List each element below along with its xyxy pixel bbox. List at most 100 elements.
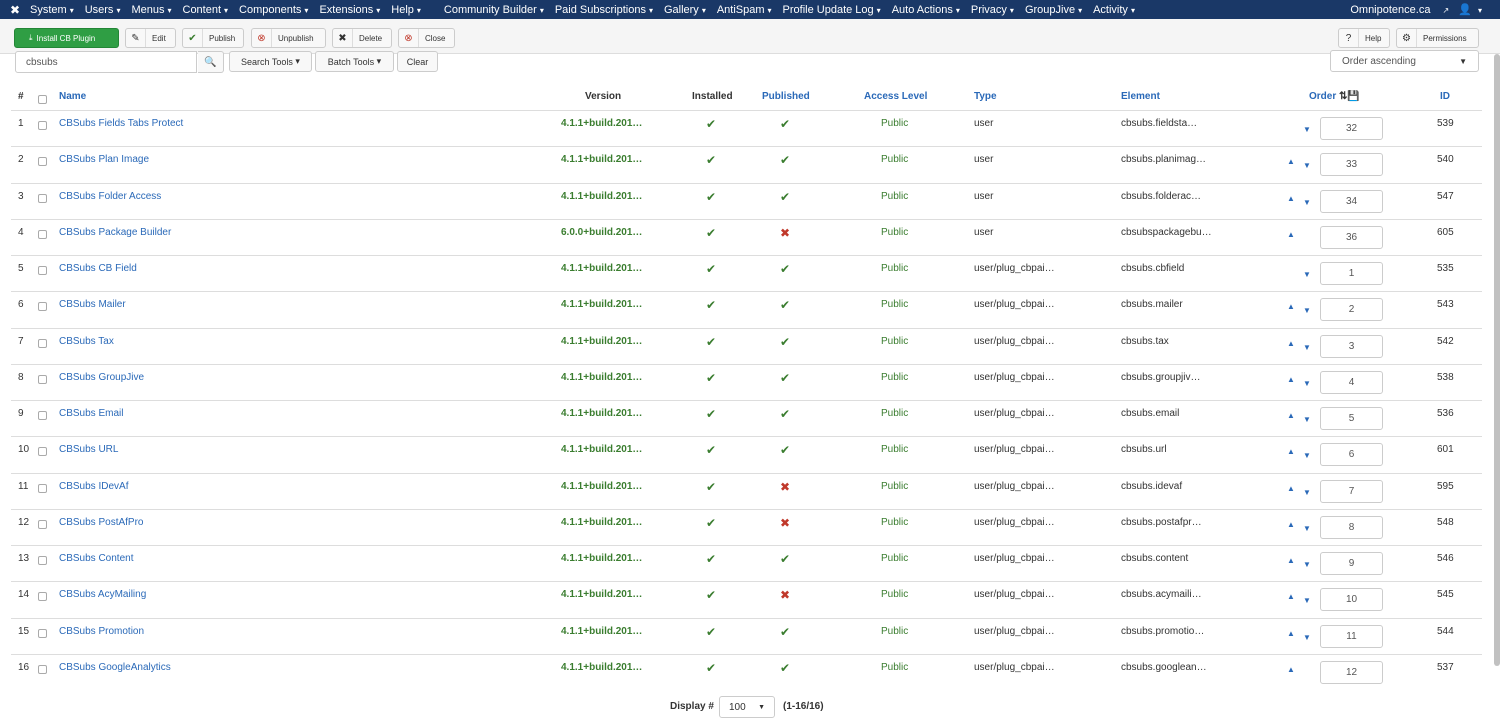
search-tools-button[interactable]: Search Tools ▾ [229,51,312,72]
move-up-icon[interactable]: ▲ [1287,484,1295,493]
menu-item-extensions[interactable]: Extensions ▾ [319,4,380,16]
menu-item-help[interactable]: Help ▾ [391,4,421,16]
plugin-name-link[interactable]: CBSubs Folder Access [59,191,161,202]
order-input[interactable]: 5 [1320,407,1383,430]
plugin-name-link[interactable]: CBSubs Fields Tabs Protect [59,118,183,129]
move-up-icon[interactable]: ▲ [1287,447,1295,456]
col-order[interactable]: Order ⇅💾 [1309,91,1360,102]
row-checkbox[interactable] [38,374,47,384]
row-checkbox[interactable] [38,628,47,638]
order-input[interactable]: 33 [1320,153,1383,177]
move-up-icon[interactable]: ▲ [1287,556,1295,565]
order-input[interactable]: 9 [1320,552,1383,575]
menu-item-activity[interactable]: Activity ▾ [1093,4,1135,16]
publish-button[interactable]: ✔ Publish [182,28,244,48]
scrollbar[interactable] [1494,54,1500,666]
menu-item-community-builder[interactable]: Community Builder ▾ [444,4,544,16]
menu-item-privacy[interactable]: Privacy ▾ [971,4,1014,16]
move-down-icon[interactable]: ▼ [1303,415,1311,424]
help-button[interactable]: ? Help [1338,28,1390,48]
order-input[interactable]: 8 [1320,515,1383,539]
batch-tools-button[interactable]: Batch Tools ▾ [315,51,394,72]
plugin-name-link[interactable]: CBSubs CB Field [59,263,137,274]
move-up-icon[interactable]: ▲ [1287,302,1295,311]
row-checkbox[interactable] [38,483,47,493]
col-type[interactable]: Type [974,91,997,102]
plugin-name-link[interactable]: CBSubs PostAfPro [59,517,143,528]
plugin-name-link[interactable]: CBSubs Mailer [59,299,126,310]
move-down-icon[interactable]: ▼ [1303,633,1311,642]
unpublish-button[interactable]: ⊗ Unpublish [251,28,326,48]
menu-item-auto-actions[interactable]: Auto Actions ▾ [892,4,960,16]
row-checkbox[interactable] [38,411,47,420]
published-check-icon[interactable]: ✔ [780,661,790,675]
published-check-icon[interactable]: ✔ [780,153,790,167]
order-input[interactable]: 32 [1320,117,1383,140]
row-checkbox[interactable] [38,229,47,239]
row-checkbox[interactable] [38,592,47,602]
order-input[interactable]: 34 [1320,189,1383,213]
permissions-button[interactable]: ⚙ Permissions [1396,28,1479,48]
unpublished-x-icon[interactable]: ✖ [780,588,790,602]
move-up-icon[interactable]: ▲ [1287,375,1295,384]
move-down-icon[interactable]: ▼ [1303,343,1311,352]
joomla-logo-icon[interactable]: ✖ [0,3,30,17]
published-check-icon[interactable]: ✔ [780,190,790,204]
order-input[interactable]: 36 [1320,225,1383,249]
col-published[interactable]: Published [762,91,810,102]
close-button[interactable]: ⊗ Close [398,28,455,48]
move-down-icon[interactable]: ▼ [1303,379,1311,388]
move-down-icon[interactable]: ▼ [1303,451,1311,460]
col-access[interactable]: Access Level [864,91,927,102]
move-down-icon[interactable]: ▼ [1303,198,1311,207]
unpublished-x-icon[interactable]: ✖ [780,516,790,530]
clear-button[interactable]: Clear [397,51,438,72]
row-checkbox[interactable] [38,266,47,275]
order-select[interactable]: Order ascending ▼ [1330,50,1479,72]
move-down-icon[interactable]: ▼ [1303,161,1311,170]
order-input[interactable]: 4 [1320,370,1383,394]
plugin-name-link[interactable]: CBSubs GoogleAnalytics [59,662,171,673]
move-up-icon[interactable]: ▲ [1287,339,1295,348]
plugin-name-link[interactable]: CBSubs Tax [59,336,114,347]
row-checkbox[interactable] [38,121,47,130]
move-down-icon[interactable]: ▼ [1303,306,1311,315]
col-element[interactable]: Element [1121,91,1160,102]
plugin-name-link[interactable]: CBSubs Promotion [59,626,144,637]
plugin-name-link[interactable]: CBSubs Package Builder [59,227,171,238]
select-all-checkbox[interactable] [38,95,47,104]
published-check-icon[interactable]: ✔ [780,443,790,457]
row-checkbox[interactable] [38,302,47,312]
order-input[interactable]: 3 [1320,334,1383,358]
site-link[interactable]: Omnipotence.ca ↗ [1350,4,1449,16]
plugin-name-link[interactable]: CBSubs Content [59,553,134,564]
published-check-icon[interactable]: ✔ [780,625,790,639]
row-checkbox[interactable] [38,664,47,674]
move-up-icon[interactable]: ▲ [1287,194,1295,203]
move-down-icon[interactable]: ▼ [1303,524,1311,533]
move-down-icon[interactable]: ▼ [1303,125,1311,134]
save-order-icon[interactable]: 💾 [1347,91,1359,102]
plugin-name-link[interactable]: CBSubs GroupJive [59,372,144,383]
delete-button[interactable]: ✖ Delete [332,28,392,48]
menu-item-components[interactable]: Components ▾ [239,4,308,16]
display-select[interactable]: 100 ▼ [719,696,775,718]
col-name[interactable]: Name [59,91,86,102]
move-up-icon[interactable]: ▲ [1287,520,1295,529]
row-checkbox[interactable] [38,447,47,457]
unpublished-x-icon[interactable]: ✖ [780,226,790,240]
menu-item-paid-subscriptions[interactable]: Paid Subscriptions ▾ [555,4,653,16]
move-down-icon[interactable]: ▼ [1303,596,1311,605]
unpublished-x-icon[interactable]: ✖ [780,480,790,494]
order-input[interactable]: 2 [1320,298,1383,322]
plugin-name-link[interactable]: CBSubs Plan Image [59,154,149,165]
user-icon[interactable]: 👤 ▾ [1458,3,1491,16]
order-input[interactable]: 6 [1320,443,1383,467]
menu-item-users[interactable]: Users ▾ [85,4,121,16]
published-check-icon[interactable]: ✔ [780,298,790,312]
menu-item-groupjive[interactable]: GroupJive ▾ [1025,4,1082,16]
menu-item-menus[interactable]: Menus ▾ [131,4,171,16]
order-input[interactable]: 11 [1320,624,1383,648]
move-up-icon[interactable]: ▲ [1287,230,1295,239]
published-check-icon[interactable]: ✔ [780,371,790,385]
